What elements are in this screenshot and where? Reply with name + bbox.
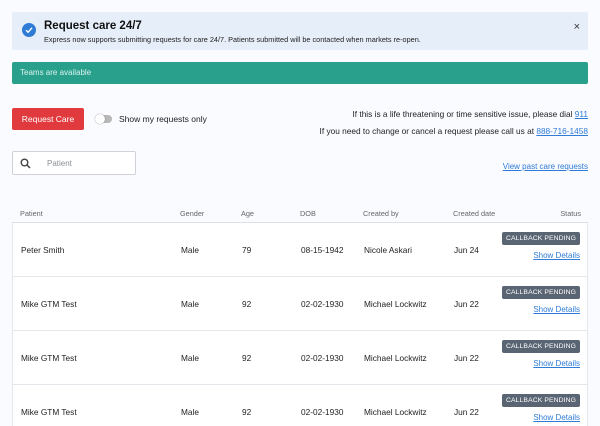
cell-created-by: Michael Lockwitz	[364, 407, 427, 417]
header-age: Age	[241, 209, 254, 218]
cell-age: 92	[242, 353, 252, 363]
patient-search[interactable]	[12, 151, 136, 175]
header-gender: Gender	[180, 209, 205, 218]
show-details-link[interactable]: Show Details	[533, 359, 580, 368]
search-icon	[20, 158, 31, 169]
announcement-alert: Request care 24/7 Express now supports s…	[12, 12, 588, 50]
change-info: If you need to change or cancel a reques…	[320, 126, 588, 136]
cell-gender: Male	[181, 353, 199, 363]
close-icon[interactable]: ×	[574, 22, 580, 33]
show-details-link[interactable]: Show Details	[533, 305, 580, 314]
table-header: Patient Gender Age DOB Created by Create…	[12, 203, 588, 223]
cell-created-date: Jun 22	[454, 353, 479, 363]
table-row[interactable]: Peter Smith Male 79 08-15-1942 Nicole As…	[12, 223, 588, 277]
status-badge: CALLBACK PENDING	[502, 394, 580, 407]
teams-banner-text: Teams are available	[20, 68, 92, 77]
cell-patient: Mike GTM Test	[21, 299, 77, 309]
cell-created-by: Nicole Askari	[364, 245, 412, 255]
status-badge: CALLBACK PENDING	[502, 232, 580, 245]
show-details-link[interactable]: Show Details	[533, 413, 580, 422]
change-text: If you need to change or cancel a reques…	[319, 126, 535, 136]
search-input[interactable]	[47, 157, 131, 169]
cell-dob: 02-02-1930	[301, 407, 344, 417]
emergency-info: If this is a life threatening or time se…	[352, 109, 588, 119]
my-requests-toggle[interactable]	[95, 114, 112, 124]
cell-created-date: Jun 22	[454, 299, 479, 309]
cell-patient: Mike GTM Test	[21, 353, 77, 363]
header-patient: Patient	[20, 209, 43, 218]
table-row[interactable]: Mike GTM Test Male 92 02-02-1930 Michael…	[12, 277, 588, 331]
table-row[interactable]: Mike GTM Test Male 92 02-02-1930 Michael…	[12, 331, 588, 385]
show-details-link[interactable]: Show Details	[533, 251, 580, 260]
change-number-link[interactable]: 888-716-1458	[536, 126, 588, 136]
view-past-requests-link[interactable]: View past care requests	[503, 162, 588, 171]
cell-dob: 02-02-1930	[301, 299, 344, 309]
cell-gender: Male	[181, 407, 199, 417]
header-dob: DOB	[300, 209, 316, 218]
cell-age: 79	[242, 245, 252, 255]
cell-created-date: Jun 22	[454, 407, 479, 417]
status-badge: CALLBACK PENDING	[502, 340, 580, 353]
toggle-label: Show my requests only	[119, 114, 207, 124]
cell-created-date: Jun 24	[454, 245, 479, 255]
alert-message: Express now supports submitting requests…	[44, 35, 421, 44]
cell-dob: 02-02-1930	[301, 353, 344, 363]
emergency-number-link[interactable]: 911	[575, 109, 588, 119]
header-status: Status	[560, 209, 581, 218]
status-badge: CALLBACK PENDING	[502, 286, 580, 299]
emergency-text: If this is a life threatening or time se…	[352, 109, 573, 119]
cell-gender: Male	[181, 299, 199, 309]
request-care-button[interactable]: Request Care	[12, 108, 84, 130]
header-created-date: Created date	[453, 209, 496, 218]
header-created-by: Created by	[363, 209, 399, 218]
cell-created-by: Michael Lockwitz	[364, 353, 427, 363]
check-circle-icon	[22, 23, 36, 37]
cell-patient: Mike GTM Test	[21, 407, 77, 417]
table-row[interactable]: Mike GTM Test Male 92 02-02-1930 Michael…	[12, 385, 588, 426]
cell-age: 92	[242, 407, 252, 417]
toggle-knob	[95, 114, 105, 124]
cell-gender: Male	[181, 245, 199, 255]
cell-created-by: Michael Lockwitz	[364, 299, 427, 309]
alert-title: Request care 24/7	[44, 20, 142, 32]
teams-available-banner: Teams are available	[12, 62, 588, 84]
cell-patient: Peter Smith	[21, 245, 65, 255]
care-requests-table: Patient Gender Age DOB Created by Create…	[12, 203, 588, 426]
cell-age: 92	[242, 299, 252, 309]
cell-dob: 08-15-1942	[301, 245, 344, 255]
